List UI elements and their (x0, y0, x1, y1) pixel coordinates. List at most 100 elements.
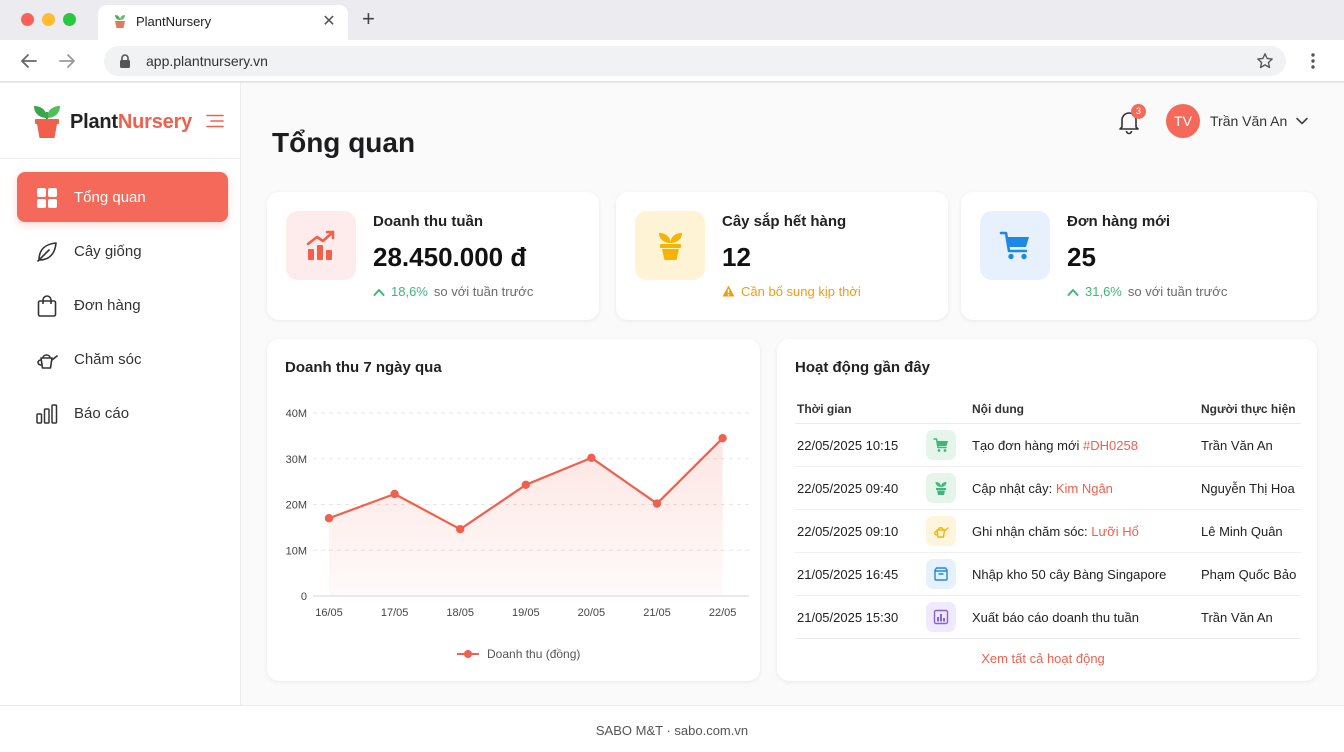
table-row[interactable]: 22/05/2025 09:40 Cập nhật cây: Kim Ngân … (795, 467, 1301, 510)
data-point (652, 499, 662, 508)
activity-time: 22/05/2025 10:15 (797, 438, 899, 453)
address-bar: app.plantnursery.vn (0, 40, 1344, 82)
sidebar-item-dashboard[interactable]: Tổng quan (17, 172, 228, 222)
watering-can-icon (37, 354, 58, 369)
series-area (329, 438, 723, 596)
x-tick-label: 22/05 (709, 607, 737, 619)
sidebar-item-orders[interactable]: Đơn hàng (17, 280, 228, 330)
activity-icon-box (926, 516, 956, 546)
data-point (456, 525, 465, 534)
activity-icon-box (926, 473, 956, 503)
chevron-down-icon[interactable] (1295, 115, 1309, 127)
sidebar-item-reports[interactable]: Báo cáo (17, 388, 228, 438)
app-root: PlantNursery Tổng quan Cây giống Đơn hàn… (0, 83, 1344, 705)
sidebar-item-label: Chăm sóc (74, 351, 142, 368)
stat-value: 12 (722, 242, 751, 272)
window-minimize-button[interactable] (42, 13, 55, 26)
brand-name: PlantNursery (70, 111, 193, 133)
arrow-up-icon (1067, 289, 1079, 296)
activity-time: 22/05/2025 09:10 (797, 524, 899, 539)
stat-icon-box (635, 211, 705, 280)
url-field[interactable]: app.plantnursery.vn (104, 46, 1286, 76)
watering-can-icon (934, 527, 949, 538)
stat-card-low-stock[interactable]: Cây sắp hết hàng 12 Cần bổ sung kịp thời (616, 192, 948, 320)
y-tick-label: 40M (286, 408, 307, 420)
legend-marker (464, 650, 472, 658)
y-tick-label: 10M (286, 545, 307, 557)
sidebar-item-label: Báo cáo (74, 405, 130, 422)
activity-content: Xuất báo cáo doanh thu tuần (972, 610, 1139, 625)
shopping-cart-icon (999, 231, 1029, 260)
stat-change: 31,6% so với tuần trước (1067, 284, 1227, 299)
y-tick-label: 20M (286, 500, 307, 512)
activity-content: Nhập kho 50 cây Bàng Singapore (972, 567, 1167, 582)
browser-tab-bar: PlantNursery ✕ + (0, 0, 1344, 40)
new-tab-button[interactable]: + (362, 8, 375, 30)
report-icon (933, 609, 949, 625)
user-name[interactable]: Trần Văn An (1210, 113, 1287, 129)
y-tick-label: 0 (301, 591, 307, 603)
back-arrow-icon[interactable] (18, 50, 40, 72)
column-header-user: Người thực hiện (1201, 402, 1296, 416)
notification-badge: 3 (1131, 104, 1146, 119)
url-text: app.plantnursery.vn (146, 53, 268, 69)
stat-icon-box (286, 211, 356, 280)
activity-title: Hoạt động gần đây (795, 359, 930, 376)
data-point (521, 480, 530, 490)
dashboard-grid-icon (37, 188, 57, 208)
browser-tab[interactable]: PlantNursery ✕ (98, 5, 348, 40)
stat-card-weekly-revenue[interactable]: Doanh thu tuần 28.450.000 đ 18,6% so với … (267, 192, 599, 320)
x-tick-label: 19/05 (512, 607, 540, 619)
data-point (587, 453, 596, 463)
y-tick-label: 30M (286, 454, 307, 466)
activity-icon-box (926, 559, 956, 589)
potted-plant-icon (659, 233, 682, 260)
activity-user: Trần Văn An (1201, 610, 1273, 625)
window-close-button[interactable] (21, 13, 34, 26)
avatar[interactable]: TV (1166, 104, 1200, 138)
column-header-content: Nội dung (972, 402, 1024, 416)
brand-logo-icon (34, 106, 60, 138)
page-title: Tổng quan (272, 127, 416, 158)
window-maximize-button[interactable] (63, 13, 76, 26)
activity-content: Tạo đơn hàng mới #DH0258 (972, 438, 1138, 453)
warning-icon (722, 285, 735, 297)
view-all-activity-link[interactable]: Xem tất cả hoạt động (777, 651, 1309, 666)
stat-value: 28.450.000 đ (373, 242, 527, 272)
stat-value: 25 (1067, 242, 1096, 272)
activity-content: Ghi nhận chăm sóc: Lưỡi Hổ (972, 524, 1139, 539)
sidebar: PlantNursery Tổng quan Cây giống Đơn hàn… (0, 83, 241, 705)
stat-warning: Cần bổ sung kịp thời (722, 284, 861, 299)
legend-label: Doanh thu (đồng) (487, 647, 580, 661)
activity-time: 21/05/2025 15:30 (797, 610, 899, 625)
sidebar-item-label: Cây giống (74, 243, 142, 260)
revenue-chart: 40M 30M 20M 10M 0 16/05 17/05 18/05 19/05 20/05 21… (286, 408, 749, 661)
browser-menu-icon[interactable] (1305, 51, 1321, 71)
forward-arrow-icon[interactable] (56, 50, 78, 72)
table-row[interactable]: 22/05/2025 09:10 Ghi nhận chăm sóc: Lưỡi… (795, 510, 1301, 553)
tab-close-icon[interactable]: ✕ (320, 11, 338, 31)
activity-user: Phạm Quốc Bảo (1201, 567, 1297, 582)
stat-card-new-orders[interactable]: Đơn hàng mới 25 31,6% so với tuần trước (961, 192, 1317, 320)
activity-time: 21/05/2025 16:45 (797, 567, 899, 582)
table-row[interactable]: 21/05/2025 16:45 Nhập kho 50 cây Bàng Si… (795, 553, 1301, 596)
activity-icon-box (926, 602, 956, 632)
data-point (324, 514, 334, 523)
main-content: Tổng quan 3 TV Trần Văn An Doanh thu tuầ… (241, 83, 1344, 705)
sidebar-item-care[interactable]: Chăm sóc (17, 334, 228, 384)
leaf-icon (37, 242, 57, 262)
table-row[interactable]: 21/05/2025 15:30 Xuất báo cáo doanh thu … (795, 596, 1301, 639)
x-tick-label: 18/05 (446, 607, 474, 619)
stat-change: 18,6% so với tuần trước (373, 284, 533, 299)
table-row[interactable]: 22/05/2025 10:15 Tạo đơn hàng mới #DH025… (795, 424, 1301, 467)
x-tick-label: 16/05 (315, 607, 343, 619)
data-point (718, 433, 727, 443)
sidebar-item-label: Tổng quan (74, 189, 146, 206)
stat-icon-box (980, 211, 1050, 280)
cart-icon (933, 438, 948, 452)
menu-toggle-icon[interactable] (206, 114, 224, 128)
footer-text: SABO M&T · sabo.com.vn (595, 723, 749, 738)
sidebar-item-seedlings[interactable]: Cây giống (17, 226, 228, 276)
bookmark-star-icon[interactable] (1256, 52, 1274, 70)
data-point (390, 489, 399, 499)
